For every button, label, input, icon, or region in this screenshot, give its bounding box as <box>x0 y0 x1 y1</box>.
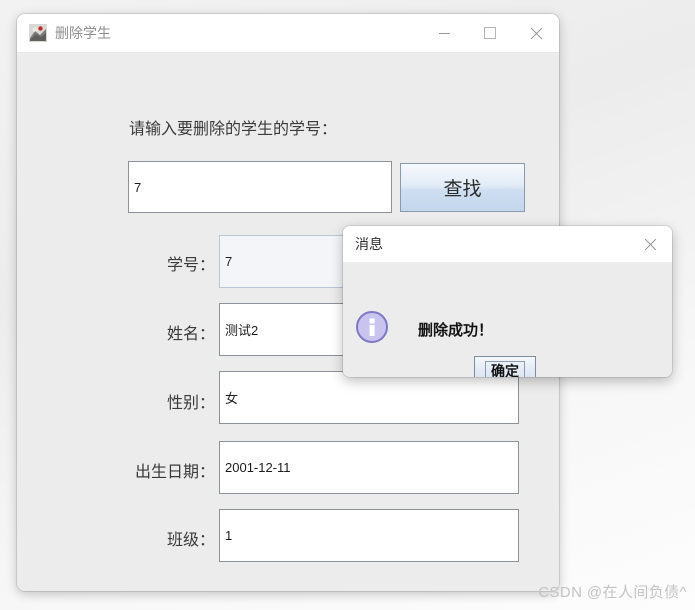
field-gender[interactable]: 女 <box>219 371 519 424</box>
label-name: 姓名： <box>166 326 215 343</box>
close-button[interactable] <box>513 14 559 52</box>
minimize-icon <box>438 32 450 34</box>
label-class: 班级： <box>166 532 215 549</box>
search-input[interactable]: 7 <box>128 161 392 213</box>
field-class[interactable]: 1 <box>219 509 519 562</box>
minimize-button[interactable] <box>421 14 467 52</box>
label-student-id: 学号： <box>166 257 215 274</box>
close-icon <box>644 238 657 251</box>
dialog-title: 消息 <box>355 236 383 252</box>
ok-button[interactable]: 确定 <box>474 356 536 377</box>
maximize-button[interactable] <box>467 14 513 52</box>
maximize-icon <box>484 27 496 39</box>
dialog-message: 删除成功！ <box>418 322 494 339</box>
java-app-icon <box>29 24 47 42</box>
ok-button-label: 确定 <box>485 361 525 377</box>
prompt-label: 请输入要删除的学生的学号： <box>129 121 338 138</box>
label-birthdate: 出生日期： <box>134 464 215 481</box>
dialog-titlebar[interactable]: 消息 <box>343 226 672 263</box>
dialog-close-button[interactable] <box>628 226 672 262</box>
field-birthdate[interactable]: 2001-12-11 <box>219 441 519 494</box>
window-title: 删除学生 <box>55 25 111 41</box>
dialog-body: 删除成功！ 确定 <box>343 263 672 377</box>
watermark: CSDN @在人间负债^ <box>538 584 687 601</box>
close-icon <box>530 27 543 40</box>
message-dialog: 消息 删除成功！ 确定 <box>343 226 672 377</box>
search-button[interactable]: 查找 <box>400 163 525 212</box>
label-gender: 性别： <box>166 395 215 412</box>
main-titlebar[interactable]: 删除学生 <box>17 14 559 53</box>
info-icon <box>354 309 392 347</box>
